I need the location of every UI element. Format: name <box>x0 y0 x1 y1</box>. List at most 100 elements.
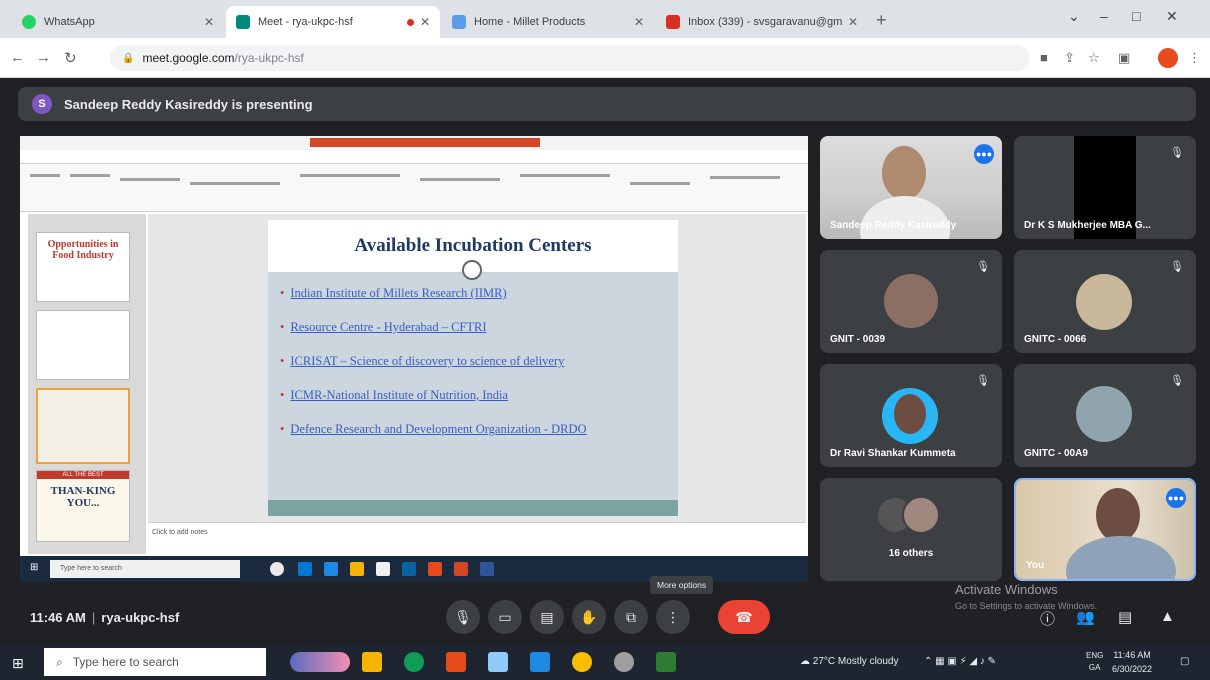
tab-gmail[interactable]: Inbox (339) - svsgaravanu@gmail.com ✕ <box>656 6 868 38</box>
presenting-text: Sandeep Reddy Kasireddy is presenting <box>64 96 313 112</box>
end-call-icon: ☎ <box>735 608 753 625</box>
mic-off-icon: 🎙 <box>1170 261 1184 273</box>
store-icon[interactable] <box>488 652 508 672</box>
bullet-item[interactable]: • ICRISAT – Science of discovery to scien… <box>280 354 670 369</box>
back-arrow-icon[interactable]: ← <box>10 49 25 66</box>
bullet-item[interactable]: • Indian Institute of Millets Research (I… <box>280 286 670 301</box>
mic-off-icon: 🎙 <box>976 375 990 387</box>
participant-tile-gnitc-00a9[interactable]: 🎙 GNITC - 00A9 <box>1014 364 1196 467</box>
reload-icon[interactable]: ↻ <box>64 49 77 67</box>
participant-tile-sandeep[interactable]: ●●● Sandeep Reddy Kasireddy <box>820 136 1002 239</box>
close-icon[interactable]: ✕ <box>848 15 858 29</box>
mic-off-icon: 🎙 <box>976 261 990 273</box>
slide-thumbnail-3[interactable] <box>36 388 130 464</box>
tab-search-chevron-icon[interactable]: ⌄ <box>1068 8 1080 25</box>
taskbar-search-box[interactable]: ⌕ Type here to search <box>44 648 266 676</box>
meeting-code: rya-ukpc-hsf <box>101 610 180 625</box>
leave-call-button[interactable]: ☎ <box>718 600 770 634</box>
camera-button[interactable]: ▭ <box>488 600 522 634</box>
slide-bullet-list: • Indian Institute of Millets Research (I… <box>280 286 670 456</box>
windows-taskbar: ⊞ ⌕ Type here to search ☁ 27°C Mostly cl… <box>0 644 1210 680</box>
language-indicator[interactable]: ENG GA <box>1086 650 1103 674</box>
taskbar-clock[interactable]: 11:46 AM 6/30/2022 <box>1112 648 1152 676</box>
office-icon[interactable] <box>446 652 466 672</box>
edge-icon[interactable] <box>404 652 424 672</box>
browser-tab-strip: WhatsApp ✕ Meet - rya-ukpc-hsf ✕ Home - … <box>0 0 1210 38</box>
presenter-avatar: S <box>32 94 52 114</box>
shared-search-box: Type here to search <box>50 560 240 578</box>
chat-icon[interactable]: ▤ <box>1118 608 1132 626</box>
recording-dot-icon <box>406 18 414 26</box>
side-panel-icon[interactable]: ▣ <box>1118 50 1130 66</box>
participant-tile-gnitc-0066[interactable]: 🎙 GNITC - 0066 <box>1014 250 1196 353</box>
bookmark-star-icon[interactable]: ☆ <box>1088 50 1100 66</box>
camera-icon: ▭ <box>498 608 512 625</box>
mic-off-icon: 🎙 <box>1170 375 1184 387</box>
tab-meet[interactable]: Meet - rya-ukpc-hsf ✕ <box>226 6 440 38</box>
browser-toolbar: ← → ↻ 🔒 meet.google.com/rya-ukpc-hsf ■ ⇪… <box>0 38 1210 78</box>
meeting-details: 11:46 AM | rya-ukpc-hsf <box>30 610 180 625</box>
participant-tile-ravi[interactable]: 🎙 Dr Ravi Shankar Kummeta <box>820 364 1002 467</box>
window-close-icon[interactable]: ✕ <box>1166 8 1178 25</box>
people-icon[interactable]: 👥 <box>1076 608 1095 626</box>
bullet-item[interactable]: • Defence Research and Development Organi… <box>280 422 670 437</box>
slide-title: Available Incubation Centers <box>354 235 592 256</box>
minimize-icon[interactable]: – <box>1100 8 1108 24</box>
app-icon[interactable] <box>656 652 676 672</box>
address-bar[interactable]: 🔒 meet.google.com/rya-ukpc-hsf <box>110 45 1030 71</box>
participant-tile-mukherjee[interactable]: 🎙 Dr K S Mukherjee MBA G... <box>1014 136 1196 239</box>
tab-whatsapp[interactable]: WhatsApp ✕ <box>12 6 224 38</box>
mouse-cursor-ring <box>462 260 482 280</box>
participant-tile-gnit-0039[interactable]: 🎙 GNIT - 0039 <box>820 250 1002 353</box>
raise-hand-button[interactable]: ✋ <box>572 600 606 634</box>
file-explorer-icon[interactable] <box>362 652 382 672</box>
news-widget-icon[interactable] <box>290 652 350 672</box>
forward-arrow-icon[interactable]: → <box>36 49 51 66</box>
chrome-icon[interactable] <box>572 652 592 672</box>
lock-icon: 🔒 <box>122 52 135 64</box>
camera-permission-icon[interactable]: ■ <box>1040 50 1048 65</box>
present-button[interactable]: ⧉ <box>614 600 648 634</box>
speaking-indicator-icon: ●●● <box>1166 488 1186 508</box>
tab-millet-products[interactable]: Home - Millet Products ✕ <box>442 6 654 38</box>
close-icon[interactable]: ✕ <box>420 15 430 29</box>
close-icon[interactable]: ✕ <box>204 15 214 29</box>
slide-thumbnail-2[interactable] <box>36 310 130 380</box>
speaking-indicator-icon: ●●● <box>974 144 994 164</box>
captions-button[interactable]: ▤ <box>530 600 564 634</box>
settings-gear-icon[interactable] <box>614 652 634 672</box>
bullet-item[interactable]: • ICMR-National Institute of Nutrition, I… <box>280 388 670 403</box>
search-icon: ⌕ <box>56 654 63 669</box>
new-tab-plus-icon[interactable]: + <box>876 10 887 31</box>
participant-tile-you[interactable]: ●●● You <box>1014 478 1196 581</box>
meet-icon <box>236 15 250 29</box>
weather-widget[interactable]: ☁ 27°C Mostly cloudy <box>800 656 898 667</box>
share-icon[interactable]: ⇪ <box>1064 50 1075 66</box>
more-options-button[interactable]: ⋮ <box>656 600 690 634</box>
slide-notes[interactable]: Click to add notes <box>148 522 806 556</box>
windows-start-icon[interactable]: ⊞ <box>12 655 24 672</box>
info-icon[interactable]: ⓘ <box>1040 608 1055 629</box>
tray-icons[interactable]: ⌃ ▦ ▣ ⚡ ◢ ♪ ✎ <box>924 656 996 667</box>
mail-icon[interactable] <box>530 652 550 672</box>
microphone-icon: 🎙 <box>454 608 472 625</box>
present-icon: ⧉ <box>626 608 636 625</box>
slide-footer-band <box>268 500 678 516</box>
more-vert-icon: ⋮ <box>666 608 680 625</box>
menu-dots-icon[interactable]: ⋮ <box>1188 50 1201 66</box>
slide-thumbnails-pane: Opportunities in Food Industry ALL THE B… <box>28 214 146 554</box>
maximize-icon[interactable]: □ <box>1132 8 1140 24</box>
powerpoint-title-highlight <box>310 138 540 147</box>
close-icon[interactable]: ✕ <box>634 15 644 29</box>
participant-tile-others[interactable]: 16 others <box>820 478 1002 581</box>
presenting-banner: S Sandeep Reddy Kasireddy is presenting <box>18 87 1196 121</box>
activities-icon[interactable]: ▲ <box>1160 608 1175 625</box>
slide-thumbnail-4[interactable]: ALL THE BEST THAN-KING YOU... <box>36 470 130 542</box>
slide-thumbnail-1[interactable]: Opportunities in Food Industry <box>36 232 130 302</box>
notifications-icon[interactable]: ▢ <box>1180 656 1189 667</box>
profile-avatar[interactable] <box>1158 48 1178 68</box>
powerpoint-ribbon <box>20 164 808 212</box>
bullet-item[interactable]: • Resource Centre - Hyderabad – CFTRI <box>280 320 670 335</box>
microphone-button[interactable]: 🎙 <box>446 600 480 634</box>
captions-icon: ▤ <box>540 608 554 625</box>
